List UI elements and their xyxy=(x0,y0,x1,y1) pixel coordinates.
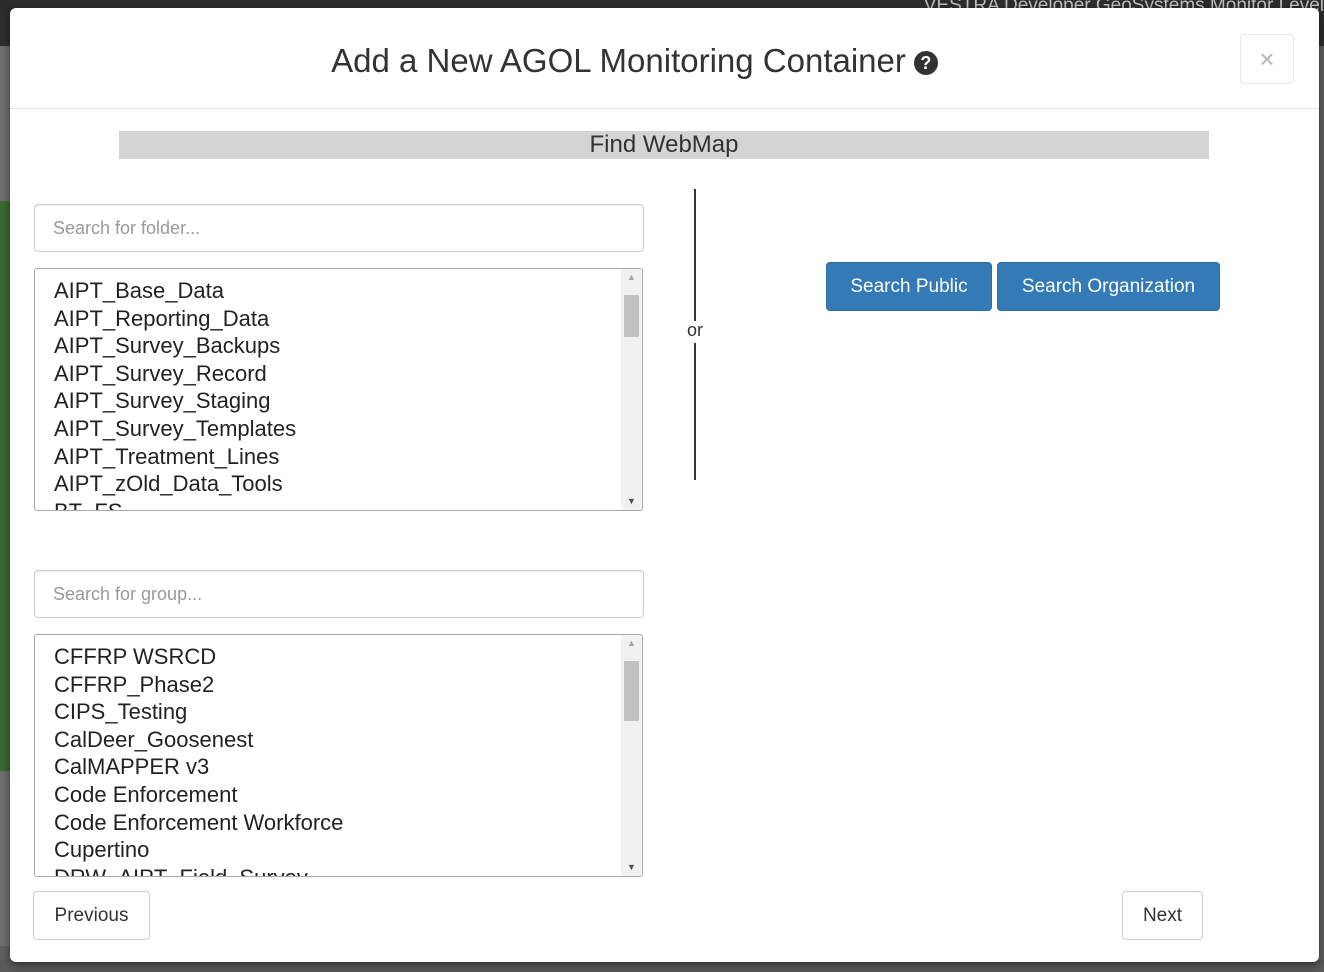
add-monitoring-container-dialog: Add a New AGOL Monitoring Container? × F… xyxy=(10,8,1319,962)
list-item[interactable]: AIPT_Treatment_Lines xyxy=(54,443,642,471)
list-item[interactable]: CFFRP WSRCD xyxy=(54,643,642,671)
list-item[interactable]: AIPT_Base_Data xyxy=(54,277,642,305)
list-item[interactable]: BT_FS xyxy=(54,498,642,510)
dialog-title: Add a New AGOL Monitoring Container? xyxy=(10,41,1259,81)
vertical-divider xyxy=(694,189,696,321)
list-item[interactable]: CalMAPPER v3 xyxy=(54,753,642,781)
list-item[interactable]: CFFRP_Phase2 xyxy=(54,671,642,699)
dialog-title-text: Add a New AGOL Monitoring Container xyxy=(331,42,906,79)
search-public-button[interactable]: Search Public xyxy=(826,262,992,311)
list-item[interactable]: AIPT_zOld_Data_Tools xyxy=(54,470,642,498)
scroll-down-arrow-icon[interactable]: ▼ xyxy=(621,493,642,510)
list-item[interactable]: AIPT_Survey_Record xyxy=(54,360,642,388)
find-webmap-heading: Find WebMap xyxy=(119,131,1209,159)
next-button[interactable]: Next xyxy=(1122,891,1203,940)
folder-listbox[interactable]: AIPT_Base_Data AIPT_Reporting_Data AIPT_Su… xyxy=(34,268,643,511)
background-sidebar xyxy=(0,46,10,946)
scroll-thumb[interactable] xyxy=(624,661,639,721)
search-organization-button[interactable]: Search Organization xyxy=(997,262,1220,311)
scroll-down-arrow-icon[interactable]: ▼ xyxy=(621,859,642,876)
vertical-divider xyxy=(694,343,696,480)
list-item[interactable]: CalDeer_Goosenest xyxy=(54,726,642,754)
previous-button[interactable]: Previous xyxy=(33,891,150,940)
list-item[interactable]: DRW_AIPT_Field_Survey xyxy=(54,864,642,876)
group-list: CFFRP WSRCD CFFRP_Phase2 CIPS_Testing CalDe… xyxy=(35,635,642,876)
folder-list-scrollbar[interactable]: ▲ ▼ xyxy=(621,269,642,510)
scroll-up-arrow-icon[interactable]: ▲ xyxy=(621,269,642,286)
scroll-thumb[interactable] xyxy=(624,295,639,337)
folder-list: AIPT_Base_Data AIPT_Reporting_Data AIPT_Su… xyxy=(35,269,642,510)
scroll-up-arrow-icon[interactable]: ▲ xyxy=(621,635,642,652)
list-item[interactable]: AIPT_Survey_Templates xyxy=(54,415,642,443)
group-search-input[interactable] xyxy=(34,570,644,618)
question-circle-icon[interactable]: ? xyxy=(913,51,938,75)
group-list-scrollbar[interactable]: ▲ ▼ xyxy=(621,635,642,876)
group-listbox[interactable]: CFFRP WSRCD CFFRP_Phase2 CIPS_Testing CalDe… xyxy=(34,634,643,877)
or-label: or xyxy=(686,320,703,340)
dialog-header: Add a New AGOL Monitoring Container? × xyxy=(10,8,1319,109)
close-button[interactable]: × xyxy=(1240,34,1294,84)
folder-search-input[interactable] xyxy=(34,204,644,252)
list-item[interactable]: CIPS_Testing xyxy=(54,698,642,726)
list-item[interactable]: AIPT_Survey_Staging xyxy=(54,387,642,415)
list-item[interactable]: Cupertino xyxy=(54,836,642,864)
list-item[interactable]: AIPT_Reporting_Data xyxy=(54,305,642,333)
list-item[interactable]: AIPT_Survey_Backups xyxy=(54,332,642,360)
list-item[interactable]: Code Enforcement xyxy=(54,781,642,809)
list-item[interactable]: Code Enforcement Workforce xyxy=(54,809,642,837)
